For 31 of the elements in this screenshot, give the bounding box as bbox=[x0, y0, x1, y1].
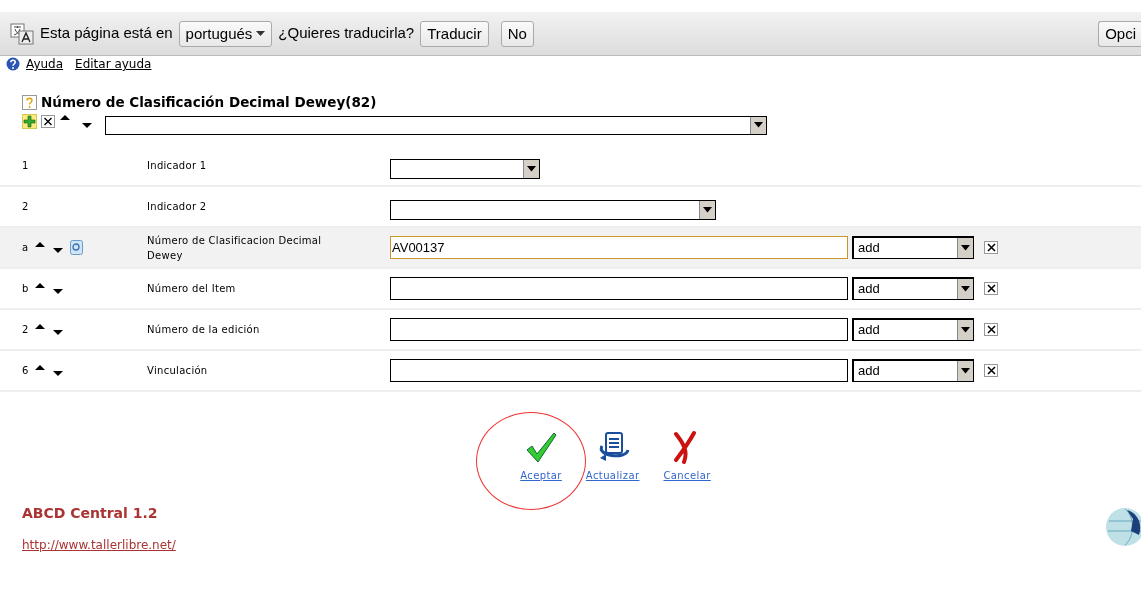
subfield-code: 1 bbox=[22, 159, 29, 174]
help-link[interactable]: Ayuda bbox=[26, 55, 64, 73]
action-link[interactable]: Actualizar bbox=[585, 430, 640, 484]
options-button[interactable]: Opci bbox=[1098, 20, 1141, 47]
subfield-code: 2 bbox=[22, 323, 29, 338]
website-link[interactable]: http://www.tallerlibre.net/ bbox=[22, 536, 176, 555]
action-dropdown[interactable]: add bbox=[852, 277, 974, 301]
translate-button[interactable]: Traducir bbox=[420, 20, 489, 47]
action-link[interactable]: Aceptar bbox=[520, 430, 562, 484]
subfield-code: 6 bbox=[22, 364, 29, 379]
subfield-code: b bbox=[22, 282, 29, 297]
text-input[interactable]: AV00137 bbox=[390, 236, 848, 260]
field-label: Indicador 1 bbox=[147, 159, 208, 174]
field-label: Indicador 2 bbox=[147, 200, 208, 215]
action-dropdown[interactable]: add bbox=[852, 236, 974, 260]
subfield-code: 2 bbox=[22, 200, 29, 215]
action-dropdown[interactable]: add bbox=[852, 359, 974, 383]
translate-prompt: Esta página está en bbox=[40, 23, 173, 44]
help-link[interactable]: Editar ayuda bbox=[75, 55, 152, 73]
translate-button[interactable]: No bbox=[500, 20, 534, 47]
field-label: Número del Item bbox=[147, 282, 237, 297]
field-label: Número de la edición bbox=[147, 323, 261, 338]
app-version: ABCD Central 1.2 bbox=[22, 504, 159, 524]
translate-question: ¿Quieres traducirla? bbox=[278, 23, 415, 44]
action-dropdown[interactable]: add bbox=[852, 318, 974, 342]
field-title: Número de Clasificación Decimal Dewey(82) bbox=[41, 93, 377, 112]
action-link[interactable]: Cancelar bbox=[663, 430, 711, 484]
subfield-code: a bbox=[22, 241, 29, 256]
language-dropdown[interactable]: portugués bbox=[178, 20, 273, 47]
field-label: Número de Clasificacion Decimal Dewey bbox=[147, 233, 323, 263]
field-label: Vinculación bbox=[147, 364, 209, 379]
